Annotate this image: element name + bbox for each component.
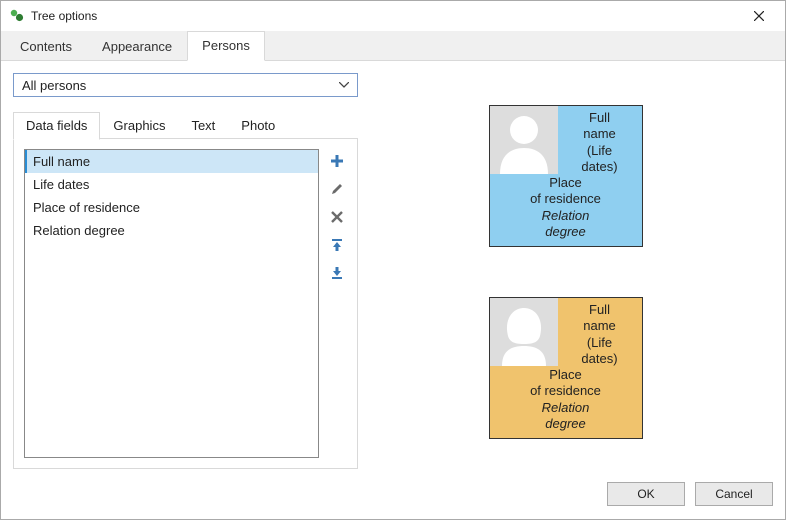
subtab-data-fields[interactable]: Data fields xyxy=(13,112,100,140)
close-icon xyxy=(754,11,764,21)
pencil-icon xyxy=(330,182,344,196)
subtab-label: Data fields xyxy=(26,118,87,133)
card-text: name xyxy=(560,126,640,142)
arrow-down-bar-icon xyxy=(330,266,344,280)
card-text: (Life xyxy=(560,143,640,159)
move-up-button[interactable] xyxy=(327,235,347,255)
fields-listbox[interactable]: Full name Life dates Place of residence … xyxy=(24,149,319,458)
list-item[interactable]: Relation degree xyxy=(25,219,318,242)
person-silhouette-icon xyxy=(494,110,554,174)
tab-appearance[interactable]: Appearance xyxy=(87,32,187,61)
edit-button[interactable] xyxy=(327,179,347,199)
move-down-button[interactable] xyxy=(327,263,347,283)
tab-contents[interactable]: Contents xyxy=(5,32,87,61)
ok-button[interactable]: OK xyxy=(607,482,685,506)
subtabs-container: Data fields Graphics Text Photo Full nam… xyxy=(13,111,358,469)
card-text: Place xyxy=(494,175,638,191)
card-text: (Life xyxy=(560,335,640,351)
preview-card-male: Full name (Life dates) Place of residenc… xyxy=(489,105,643,247)
close-button[interactable] xyxy=(739,2,779,30)
window-title: Tree options xyxy=(31,9,739,23)
subtab-photo[interactable]: Photo xyxy=(228,112,288,139)
subtab-label: Graphics xyxy=(113,118,165,133)
tab-label: Persons xyxy=(202,38,250,53)
fields-pane: Full name Life dates Place of residence … xyxy=(13,139,358,469)
card-text: Full xyxy=(560,110,640,126)
dialog-footer: OK Cancel xyxy=(1,477,785,519)
tree-options-window: Tree options Contents Appearance Persons… xyxy=(0,0,786,520)
card-text: of residence xyxy=(494,191,638,207)
list-item[interactable]: Place of residence xyxy=(25,196,318,219)
card-text: Place xyxy=(494,367,638,383)
card-text: dates) xyxy=(560,159,640,175)
card-text: name xyxy=(560,318,640,334)
cancel-button[interactable]: Cancel xyxy=(695,482,773,506)
scope-dropdown-value: All persons xyxy=(22,78,335,93)
dialog-body: All persons Data fields Graphics Text Ph… xyxy=(1,61,785,477)
main-tabstrip: Contents Appearance Persons xyxy=(1,31,785,61)
card-text: degree xyxy=(494,224,638,240)
photo-placeholder xyxy=(490,106,558,174)
left-panel: All persons Data fields Graphics Text Ph… xyxy=(13,73,358,469)
list-item[interactable]: Life dates xyxy=(25,173,318,196)
plus-icon xyxy=(330,154,344,168)
tab-label: Contents xyxy=(20,39,72,54)
card-name-block: Full name (Life dates) xyxy=(558,106,642,175)
scope-dropdown[interactable]: All persons xyxy=(13,73,358,97)
card-name-block: Full name (Life dates) xyxy=(558,298,642,367)
titlebar: Tree options xyxy=(1,1,785,31)
subtab-text[interactable]: Text xyxy=(178,112,228,139)
subtabs: Data fields Graphics Text Photo xyxy=(13,111,358,139)
subtab-graphics[interactable]: Graphics xyxy=(100,112,178,139)
tab-label: Appearance xyxy=(102,39,172,54)
card-text: dates) xyxy=(560,351,640,367)
card-text: Full xyxy=(560,302,640,318)
button-label: Cancel xyxy=(715,487,752,501)
preview-card-female: Full name (Life dates) Place of residenc… xyxy=(489,297,643,439)
photo-placeholder xyxy=(490,298,558,366)
list-toolbar xyxy=(325,149,349,458)
card-text: of residence xyxy=(494,383,638,399)
list-item-label: Life dates xyxy=(33,177,89,192)
list-item[interactable]: Full name xyxy=(25,150,318,173)
add-button[interactable] xyxy=(327,151,347,171)
card-text: Relation xyxy=(494,400,638,416)
card-lower-block: Place of residence Relation degree xyxy=(490,367,642,438)
list-item-label: Full name xyxy=(33,154,90,169)
button-label: OK xyxy=(637,487,654,501)
subtab-label: Text xyxy=(191,118,215,133)
x-icon xyxy=(330,210,344,224)
delete-button[interactable] xyxy=(327,207,347,227)
card-lower-block: Place of residence Relation degree xyxy=(490,175,642,246)
app-icon xyxy=(9,8,25,24)
card-text: degree xyxy=(494,416,638,432)
card-text: Relation xyxy=(494,208,638,224)
preview-panel: Full name (Life dates) Place of residenc… xyxy=(358,73,773,469)
subtab-label: Photo xyxy=(241,118,275,133)
arrow-up-bar-icon xyxy=(330,238,344,252)
list-item-label: Relation degree xyxy=(33,223,125,238)
tab-persons[interactable]: Persons xyxy=(187,31,265,61)
chevron-down-icon xyxy=(335,74,353,96)
person-silhouette-icon xyxy=(494,302,554,366)
list-item-label: Place of residence xyxy=(33,200,140,215)
